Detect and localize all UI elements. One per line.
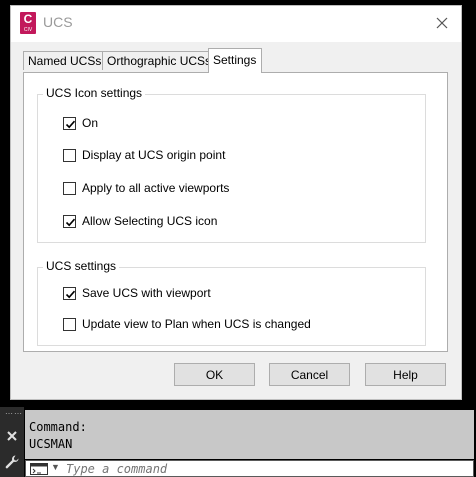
app-icon: C CIV: [20, 12, 36, 34]
allow-selecting-icon-label: Allow Selecting UCS icon: [82, 214, 218, 228]
app-icon-sub: CIV: [23, 27, 33, 33]
command-history-line: UCSMAN: [29, 437, 73, 451]
display-at-origin-checkbox[interactable]: [63, 148, 76, 162]
app-icon-letter: C: [23, 12, 33, 26]
tab-settings[interactable]: Settings: [208, 48, 262, 73]
dialog-title: UCS: [43, 14, 73, 30]
display-at-origin-label: Display at UCS origin point: [82, 148, 226, 162]
close-icon[interactable]: [5, 429, 19, 443]
ok-button[interactable]: OK: [174, 363, 255, 386]
grip-dots-icon[interactable]: ⋯⋯: [5, 410, 23, 418]
save-with-viewport-label: Save UCS with viewport: [82, 286, 211, 300]
wrench-icon[interactable]: [4, 454, 20, 470]
ucs-icon-settings-title: UCS Icon settings: [43, 86, 146, 100]
command-input-bar: ▼: [25, 460, 474, 477]
option-apply-all-viewports[interactable]: Apply to all active viewports: [63, 180, 229, 196]
title-bar[interactable]: C CIV UCS: [11, 6, 461, 42]
check-mark-icon: [65, 120, 76, 128]
cancel-button[interactable]: Cancel: [269, 363, 350, 386]
command-prompt-icon[interactable]: [30, 463, 48, 475]
check-mark-icon: [65, 290, 76, 298]
apply-all-viewports-label: Apply to all active viewports: [82, 181, 230, 195]
close-icon: [436, 17, 448, 29]
option-save-with-viewport[interactable]: Save UCS with viewport: [63, 285, 211, 301]
tab-orthographic-ucss[interactable]: Orthographic UCSs: [102, 51, 211, 70]
command-line-window: ⋯⋯ Command: UCSMAN ▼: [0, 407, 476, 477]
help-button[interactable]: Help: [365, 363, 446, 386]
on-label: On: [82, 116, 99, 130]
allow-selecting-icon-checkbox[interactable]: [63, 214, 76, 228]
ucs-settings-group: UCS settings: [37, 259, 426, 346]
chevron-down-icon[interactable]: ▼: [51, 462, 60, 472]
option-on[interactable]: On: [63, 115, 98, 131]
update-view-plan-label: Update view to Plan when UCS is changed: [82, 317, 311, 331]
option-update-view-plan[interactable]: Update view to Plan when UCS is changed: [63, 316, 311, 332]
update-view-plan-checkbox[interactable]: [63, 317, 76, 331]
command-history-line: Command:: [29, 420, 87, 434]
tab-named-ucss[interactable]: Named UCSs: [23, 51, 103, 70]
close-button[interactable]: [433, 14, 451, 32]
ucs-settings-title: UCS settings: [43, 259, 120, 273]
apply-all-viewports-checkbox[interactable]: [63, 181, 76, 195]
option-display-at-origin[interactable]: Display at UCS origin point: [63, 147, 225, 163]
option-allow-selecting-icon[interactable]: Allow Selecting UCS icon: [63, 213, 217, 229]
save-with-viewport-checkbox[interactable]: [63, 286, 76, 300]
command-line-handle[interactable]: ⋯⋯: [0, 407, 24, 477]
command-history: Command: UCSMAN: [25, 410, 474, 459]
command-input[interactable]: [66, 461, 466, 476]
check-mark-icon: [65, 218, 76, 226]
on-checkbox[interactable]: [63, 116, 76, 130]
